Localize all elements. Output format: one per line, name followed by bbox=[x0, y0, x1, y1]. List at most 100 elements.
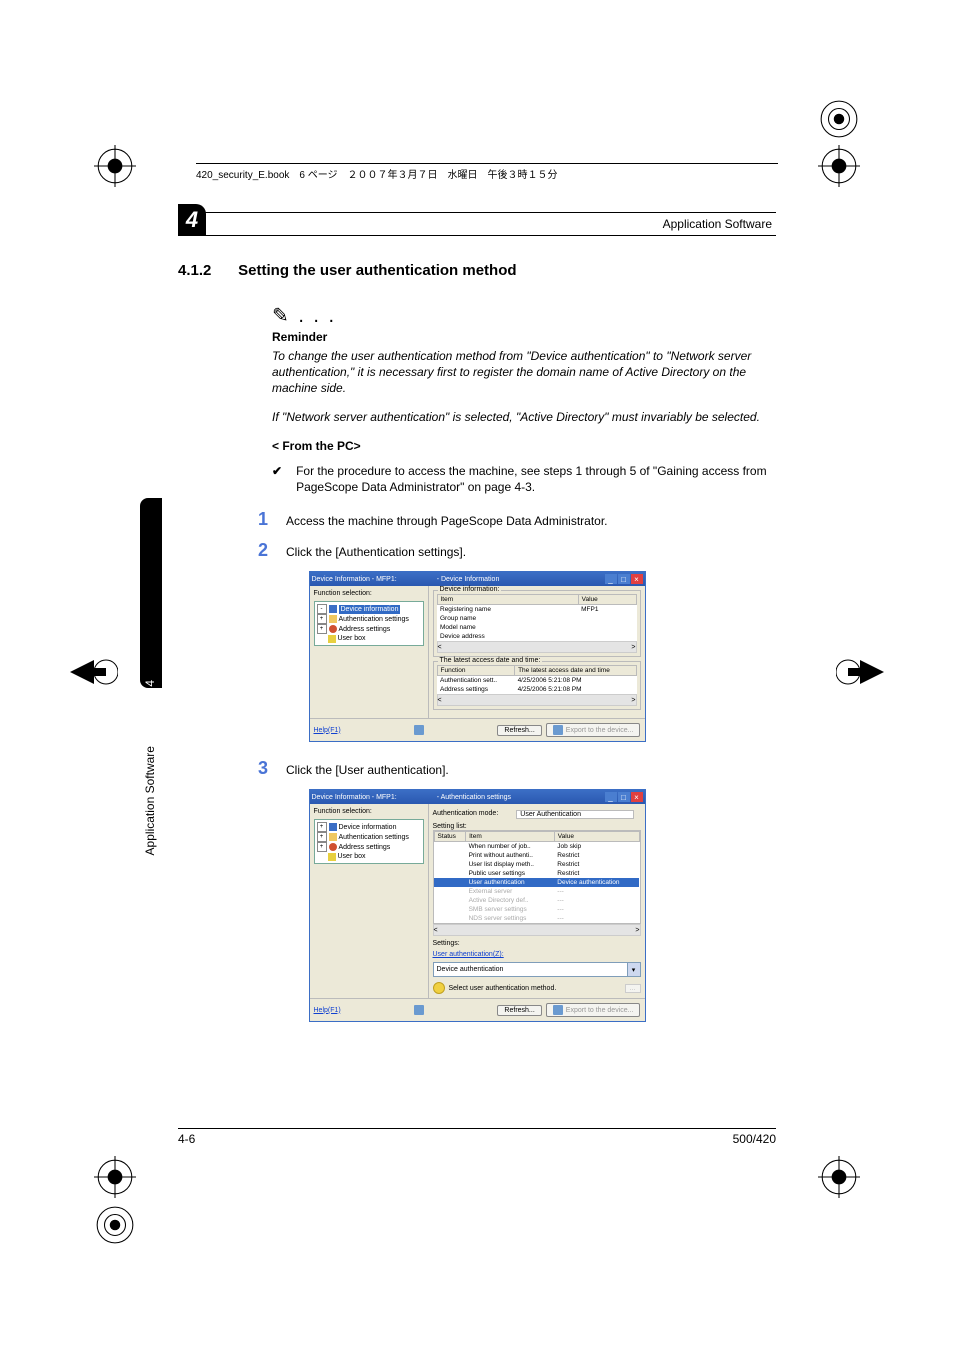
user-auth-link[interactable]: User authentication(Z): bbox=[433, 951, 641, 958]
ellipsis-button[interactable]: ... bbox=[625, 984, 641, 993]
disk-icon[interactable] bbox=[414, 1005, 424, 1015]
win1-help-link[interactable]: Help(F1) bbox=[314, 727, 341, 734]
maximize-icon[interactable]: □ bbox=[618, 574, 630, 584]
close-icon[interactable]: × bbox=[631, 792, 643, 802]
step-2-number: 2 bbox=[254, 540, 268, 561]
device-icon bbox=[329, 605, 337, 613]
side-text: Application Software Chapter 4 bbox=[143, 680, 157, 855]
folder-icon bbox=[329, 833, 337, 841]
win1-group1-title: Device information: bbox=[438, 586, 502, 593]
expand-icon[interactable]: + bbox=[317, 614, 327, 624]
expand-icon[interactable]: + bbox=[317, 832, 327, 842]
tree-user-box[interactable]: User box bbox=[338, 852, 366, 861]
refresh-button[interactable]: Refresh... bbox=[497, 1005, 541, 1016]
tree-auth-settings[interactable]: Authentication settings bbox=[339, 615, 409, 624]
win1-t2-r2: Address settings bbox=[437, 685, 515, 694]
maximize-icon[interactable]: □ bbox=[618, 792, 630, 802]
close-icon[interactable]: × bbox=[631, 574, 643, 584]
win1-t1-r4: Device address bbox=[437, 632, 578, 641]
tree-address-settings[interactable]: Address settings bbox=[339, 843, 391, 852]
step-1-number: 1 bbox=[254, 509, 268, 530]
chevron-down-icon[interactable]: ▾ bbox=[627, 963, 640, 976]
win1-t1-h2[interactable]: Value bbox=[578, 595, 636, 605]
win1-table1: ItemValue Registering nameMFP1 Group nam… bbox=[437, 594, 637, 641]
list-h1[interactable]: Status bbox=[434, 832, 466, 842]
section-header: 4 Application Software bbox=[178, 212, 776, 236]
arrow-mark-right bbox=[836, 656, 884, 688]
running-title: Application Software bbox=[663, 217, 772, 231]
list-h2[interactable]: Item bbox=[466, 832, 555, 842]
list-item[interactable]: SMB server settings--- bbox=[434, 905, 639, 914]
refresh-button[interactable]: Refresh... bbox=[497, 725, 541, 736]
win2-help-link[interactable]: Help(F1) bbox=[314, 1007, 341, 1014]
setting-list-label: Setting list: bbox=[433, 823, 641, 830]
list-item[interactable]: User list display meth..Restrict bbox=[434, 860, 639, 869]
expand-icon[interactable]: + bbox=[317, 624, 327, 634]
list-item[interactable]: External server--- bbox=[434, 887, 639, 896]
auth-mode-value: User Authentication bbox=[516, 810, 634, 819]
bulb-icon bbox=[433, 982, 445, 994]
win1-t1-h1[interactable]: Item bbox=[437, 595, 578, 605]
tree-device-info[interactable]: Device information bbox=[339, 823, 397, 832]
tree-user-box[interactable]: User box bbox=[338, 634, 366, 643]
reg-mark-far-bottom bbox=[94, 1204, 136, 1246]
heading-title: Setting the user authentication method bbox=[238, 262, 516, 279]
win1-t2-r2v: 4/25/2006 5:21:08 PM bbox=[515, 685, 636, 694]
win2-titlebar[interactable]: Device Information - MFP1: - Authenticat… bbox=[310, 790, 645, 804]
auth-mode-label: Authentication mode: bbox=[433, 810, 499, 819]
win1-t2-h1[interactable]: Function bbox=[437, 666, 515, 676]
win1-titlebar[interactable]: Device Information - MFP1: - Device Info… bbox=[310, 572, 645, 586]
auth-method-dropdown[interactable]: Device authentication ▾ bbox=[433, 962, 641, 977]
step-3-number: 3 bbox=[254, 758, 268, 779]
reg-mark-far-top bbox=[818, 98, 860, 140]
book-header-text: 420_security_E.book 6 ページ ２００７年３月７日 水曜日 … bbox=[196, 170, 558, 181]
win1-t2-r1: Authentication sett.. bbox=[437, 676, 515, 686]
userbox-icon bbox=[328, 635, 336, 643]
sc3-scrollbar[interactable]: <> bbox=[433, 924, 641, 936]
win1-group2-title: The latest access date and time: bbox=[438, 657, 543, 664]
reminder-icon: ✎ . . . bbox=[272, 303, 776, 328]
disk-icon[interactable] bbox=[414, 725, 424, 735]
folder-icon bbox=[329, 615, 337, 623]
list-item[interactable]: Active Directory def..--- bbox=[434, 896, 639, 905]
win2-tree[interactable]: + Device information + Authentication sett… bbox=[314, 819, 424, 864]
win1-t2-r1v: 4/25/2006 5:21:08 PM bbox=[515, 676, 636, 686]
step-2: 2 Click the [Authentication settings]. bbox=[254, 540, 776, 561]
export-button[interactable]: Export to the device... bbox=[546, 723, 641, 737]
win1-t1-r3: Model name bbox=[437, 623, 578, 632]
win1-left-label: Function selection: bbox=[314, 590, 424, 597]
minimize-icon[interactable]: _ bbox=[605, 574, 617, 584]
reminder-para2: If "Network server authentication" is se… bbox=[272, 409, 776, 425]
expand-icon[interactable]: + bbox=[317, 822, 327, 832]
tree-device-info[interactable]: Device information bbox=[339, 605, 401, 614]
expand-icon[interactable]: + bbox=[317, 842, 327, 852]
reg-mark-top-left bbox=[94, 145, 136, 187]
list-item[interactable]: User authenticationDevice authentication bbox=[434, 878, 639, 887]
list-item[interactable]: Print without authenti..Restrict bbox=[434, 851, 639, 860]
step-2-text: Click the [Authentication settings]. bbox=[286, 540, 466, 560]
reminder-para1: To change the user authentication method… bbox=[272, 348, 776, 397]
list-item[interactable]: Public user settingsRestrict bbox=[434, 869, 639, 878]
footer-left: 4-6 bbox=[178, 1132, 195, 1146]
setting-listbox[interactable]: Status Item Value When number of job..Jo… bbox=[433, 830, 641, 924]
settings-label: Settings: bbox=[433, 940, 641, 947]
device-icon bbox=[329, 823, 337, 831]
list-item[interactable]: When number of job..Job skip bbox=[434, 842, 639, 852]
list-h3[interactable]: Value bbox=[554, 832, 639, 842]
heading-number: 4.1.2 bbox=[178, 262, 234, 279]
expand-icon[interactable]: - bbox=[317, 604, 327, 614]
book-header-line: 420_security_E.book 6 ページ ２００７年３月７日 水曜日 … bbox=[196, 163, 778, 181]
list-item[interactable]: NDS server settings--- bbox=[434, 914, 639, 923]
step-3-text: Click the [User authentication]. bbox=[286, 758, 449, 778]
export-icon bbox=[553, 1005, 563, 1015]
export-button[interactable]: Export to the device... bbox=[546, 1003, 641, 1017]
sc1-scrollbar[interactable]: <> bbox=[437, 641, 637, 653]
side-chapter: Chapter 4 bbox=[143, 680, 157, 733]
win1-tree[interactable]: - Device information + Authentication sett… bbox=[314, 601, 424, 646]
tree-address-settings[interactable]: Address settings bbox=[339, 625, 391, 634]
reminder-block: ✎ . . . Reminder To change the user auth… bbox=[272, 303, 776, 425]
win1-t2-h2[interactable]: The latest access date and time bbox=[515, 666, 636, 676]
tree-auth-settings[interactable]: Authentication settings bbox=[339, 833, 409, 842]
sc2-scrollbar[interactable]: <> bbox=[437, 694, 637, 706]
minimize-icon[interactable]: _ bbox=[605, 792, 617, 802]
